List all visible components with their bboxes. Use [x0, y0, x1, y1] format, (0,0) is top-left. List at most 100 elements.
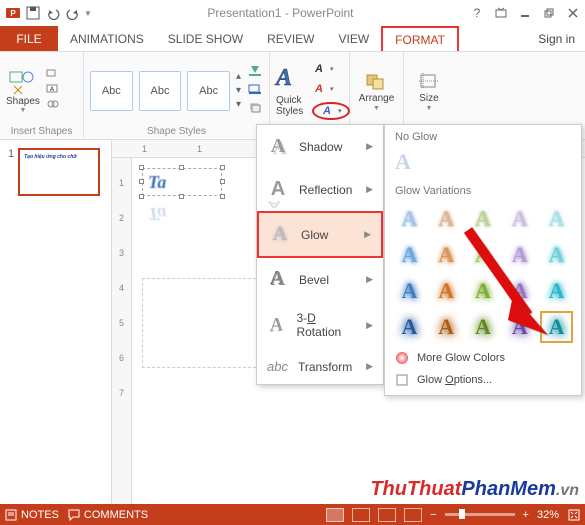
glow-variations-grid: AAAAAAAAAAAAAAAAAAAA — [385, 199, 581, 347]
svg-text:P: P — [10, 9, 16, 18]
color-wheel-icon — [395, 351, 409, 365]
tab-format[interactable]: FORMAT — [381, 26, 459, 51]
glow-variation[interactable]: A — [467, 311, 500, 343]
ribbon-options-icon[interactable] — [493, 5, 509, 21]
gallery-more-icon[interactable]: ▾ — [236, 99, 241, 110]
qat-dropdown-icon[interactable]: ▼ — [84, 9, 92, 18]
slideshow-view-icon[interactable] — [404, 508, 422, 522]
glow-variation[interactable]: A — [467, 239, 500, 271]
window-title: Presentation1 - PowerPoint — [92, 6, 469, 20]
comments-icon — [67, 508, 81, 522]
help-icon[interactable]: ? — [469, 5, 485, 21]
no-glow-option[interactable]: A — [385, 145, 581, 179]
menu-3d-rotation[interactable]: A3-D Rotation▶ — [257, 301, 383, 349]
glow-variation[interactable]: A — [393, 311, 426, 343]
normal-view-icon[interactable] — [326, 508, 344, 522]
gallery-down-icon[interactable]: ▾ — [236, 85, 241, 96]
more-glow-colors[interactable]: More Glow Colors — [385, 347, 581, 369]
tab-animations[interactable]: ANIMATIONS — [58, 26, 156, 51]
ribbon-tabs: FILE ANIMATIONS SLIDE SHOW REVIEW VIEW F… — [0, 26, 585, 52]
glow-variation[interactable]: A — [540, 239, 573, 271]
zoom-out-icon[interactable]: − — [430, 509, 436, 521]
save-icon[interactable] — [24, 4, 42, 22]
title-bar: P ▼ Presentation1 - PowerPoint ? — [0, 0, 585, 26]
text-effects-menu: AShadow▶ AAReflection▶ AGlow▶ ABevel▶ A3… — [256, 124, 384, 385]
undo-icon[interactable] — [44, 4, 62, 22]
glow-variation[interactable]: A — [430, 275, 463, 307]
quick-styles-label[interactable]: Quick Styles — [276, 95, 306, 117]
glow-submenu: No Glow A Glow Variations AAAAAAAAAAAAAA… — [384, 124, 582, 396]
vertical-ruler: 1234567 — [112, 158, 132, 504]
minimize-icon[interactable] — [517, 5, 533, 21]
edit-shape-icon[interactable] — [46, 69, 60, 82]
sign-in-link[interactable]: Sign in — [528, 26, 585, 51]
merge-shapes-icon[interactable] — [46, 99, 60, 112]
tab-review[interactable]: REVIEW — [255, 26, 326, 51]
wordart-style-icon[interactable]: A — [276, 65, 306, 95]
text-fill-icon[interactable]: A — [312, 62, 326, 76]
size-icon[interactable] — [418, 70, 440, 92]
glow-variation[interactable]: A — [540, 275, 573, 307]
arrange-icon[interactable] — [365, 70, 387, 92]
shape-fill-icon[interactable] — [247, 65, 263, 80]
menu-reflection[interactable]: AAReflection▶ — [257, 168, 383, 211]
glow-variation[interactable]: A — [430, 203, 463, 235]
size-label[interactable]: Size — [419, 93, 438, 104]
watermark: ThuThuatPhanMem.vn — [370, 478, 579, 501]
glow-variation[interactable]: A — [503, 311, 536, 343]
powerpoint-icon: P — [4, 4, 22, 22]
tab-view[interactable]: VIEW — [326, 26, 381, 51]
shapes-label[interactable]: Shapes — [6, 96, 40, 107]
shape-outline-icon[interactable] — [247, 83, 263, 98]
menu-bevel[interactable]: ABevel▶ — [257, 258, 383, 301]
glow-variation[interactable]: A — [393, 203, 426, 235]
shape-style-preset-1[interactable]: Abc — [90, 71, 133, 111]
glow-variation[interactable]: A — [503, 203, 536, 235]
glow-variation[interactable]: A — [540, 311, 573, 343]
restore-icon[interactable] — [541, 5, 557, 21]
gallery-up-icon[interactable]: ▴ — [236, 71, 241, 82]
menu-glow[interactable]: AGlow▶ — [257, 211, 383, 258]
glow-variation[interactable]: A — [430, 239, 463, 271]
text-effects-icon[interactable]: A — [320, 104, 334, 118]
glow-variation[interactable]: A — [393, 275, 426, 307]
zoom-in-icon[interactable]: + — [523, 509, 529, 521]
group-shape-styles: Shape Styles — [90, 126, 263, 138]
text-box-icon[interactable]: A — [46, 84, 60, 97]
glow-variation[interactable]: A — [540, 203, 573, 235]
zoom-level[interactable]: 32% — [537, 509, 559, 521]
tab-file[interactable]: FILE — [0, 26, 58, 51]
redo-icon[interactable] — [64, 4, 82, 22]
reading-view-icon[interactable] — [378, 508, 396, 522]
glow-variation[interactable]: A — [467, 203, 500, 235]
notes-button[interactable]: NOTES — [4, 508, 59, 522]
glow-variation[interactable]: A — [467, 275, 500, 307]
sorter-view-icon[interactable] — [352, 508, 370, 522]
menu-transform[interactable]: abcTransform▶ — [257, 349, 383, 384]
glow-variation[interactable]: A — [503, 239, 536, 271]
slide-number: 1 — [8, 148, 14, 196]
shapes-gallery-icon[interactable] — [8, 68, 38, 96]
notes-icon — [4, 508, 18, 522]
arrange-label[interactable]: Arrange — [359, 93, 395, 104]
slide-thumbnail-1[interactable]: Tạo hiệu ứng cho chữ — [18, 148, 100, 196]
shape-style-preset-3[interactable]: Abc — [187, 71, 230, 111]
shape-style-preset-2[interactable]: Abc — [139, 71, 182, 111]
shape-effects-icon[interactable] — [247, 101, 263, 116]
glow-options[interactable]: Glow Options... — [385, 369, 581, 391]
tab-slideshow[interactable]: SLIDE SHOW — [156, 26, 255, 51]
svg-text:A: A — [50, 87, 54, 93]
glow-variations-header: Glow Variations — [385, 179, 581, 199]
glow-variation[interactable]: A — [393, 239, 426, 271]
glow-variation[interactable]: A — [503, 275, 536, 307]
no-glow-header: No Glow — [385, 125, 581, 145]
fit-to-window-icon[interactable] — [567, 508, 581, 522]
zoom-slider[interactable] — [445, 513, 515, 516]
glow-variation[interactable]: A — [430, 311, 463, 343]
menu-shadow[interactable]: AShadow▶ — [257, 125, 383, 168]
text-outline-icon[interactable]: A — [312, 82, 326, 96]
group-insert-shapes: Insert Shapes — [6, 126, 77, 138]
close-icon[interactable] — [565, 5, 581, 21]
comments-button[interactable]: COMMENTS — [67, 508, 148, 522]
selected-textbox[interactable]: Ta Ta — [142, 168, 172, 228]
